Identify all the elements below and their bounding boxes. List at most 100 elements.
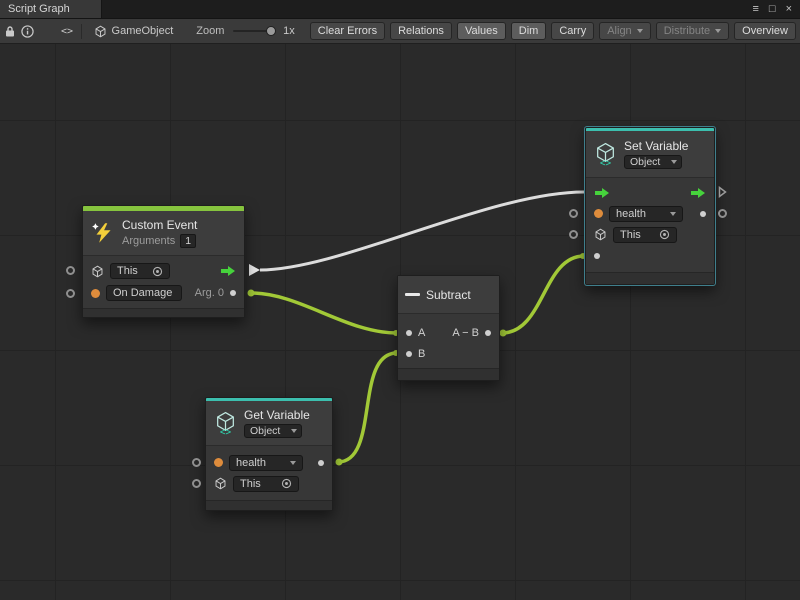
node-custom-event[interactable]: Custom Event Arguments 1 This — [82, 205, 245, 318]
target-row: This — [586, 224, 714, 245]
variable-name-port[interactable] — [594, 209, 603, 218]
variable-name-dropdown[interactable]: health — [229, 455, 303, 471]
node-title: Custom Event — [122, 218, 197, 232]
variable-scope-dropdown[interactable]: Object — [244, 424, 302, 438]
flow-row — [586, 182, 714, 203]
node-footer — [586, 272, 714, 284]
close-icon[interactable]: × — [786, 4, 792, 15]
clear-errors-button[interactable]: Clear Errors — [310, 22, 385, 40]
variable-name-row: health — [206, 452, 332, 473]
carry-button[interactable]: Carry — [551, 22, 594, 40]
zoom-slider[interactable] — [233, 30, 274, 32]
object-picker-icon[interactable] — [152, 266, 163, 277]
input-a-row: A A − B — [398, 322, 499, 343]
output-value-port[interactable] — [318, 460, 324, 466]
object-picker-icon[interactable] — [659, 229, 670, 240]
wire-flow-customevent-to-setvariable — [260, 192, 584, 270]
output-port[interactable] — [485, 330, 491, 336]
chevron-down-icon — [670, 212, 676, 216]
tab-script-graph[interactable]: Script Graph — [0, 0, 102, 18]
code-view-icon[interactable]: <> — [61, 22, 73, 40]
event-name-port[interactable] — [91, 289, 100, 298]
arg-output-label: Arg. 0 — [195, 287, 224, 299]
lock-icon[interactable] — [4, 22, 16, 40]
target-value: This — [240, 478, 261, 490]
variable-name-dropdown[interactable]: health — [609, 206, 683, 222]
distribute-button: Distribute — [656, 22, 729, 40]
variable-name-row: health — [586, 203, 714, 224]
input-b-label: B — [418, 348, 425, 360]
value-input-port[interactable] — [594, 253, 600, 259]
chevron-down-icon — [637, 29, 643, 33]
target-row: This — [83, 260, 244, 282]
flow-input-arrow-icon[interactable] — [594, 187, 610, 199]
chevron-down-icon — [290, 461, 296, 465]
port-getvariable-target-input[interactable] — [192, 479, 201, 488]
wire-getvariable-to-subtract-b — [338, 353, 397, 462]
variable-scope-dropdown[interactable]: Object — [624, 155, 682, 169]
node-subtract[interactable]: Subtract A A − B B — [397, 275, 500, 381]
flow-wire-start-arrow-icon — [249, 264, 260, 276]
zoom-slider-handle[interactable] — [266, 26, 276, 36]
gameobject-icon — [214, 477, 227, 490]
panel-menu-icon[interactable]: ≡ — [752, 4, 758, 15]
target-object-field[interactable]: This — [233, 476, 299, 492]
chevron-down-icon — [715, 29, 721, 33]
relations-button[interactable]: Relations — [390, 22, 452, 40]
arguments-input[interactable]: 1 — [180, 234, 196, 248]
event-name-field[interactable]: On Damage — [106, 285, 182, 301]
svg-text:<>: <> — [600, 157, 612, 166]
port-setvariable-target-input[interactable] — [569, 230, 578, 239]
port-setvariable-value-output[interactable] — [718, 209, 727, 218]
target-object-field[interactable]: This — [613, 227, 677, 243]
input-b-port[interactable] — [406, 351, 412, 357]
variable-name-value: health — [236, 457, 266, 469]
object-picker-icon[interactable] — [281, 478, 292, 489]
node-footer — [83, 308, 244, 317]
window-controls: ≡ □ × — [752, 0, 800, 18]
scope-value: Object — [250, 425, 280, 437]
graph-target-gameobject[interactable]: GameObject — [90, 24, 178, 39]
flow-output-arrow-icon[interactable] — [690, 187, 706, 199]
gameobject-icon — [91, 265, 104, 278]
flow-output-arrow-icon[interactable] — [220, 265, 236, 277]
port-getvariable-name-input[interactable] — [192, 458, 201, 467]
variable-icon: <> — [593, 142, 618, 167]
custom-event-icon — [90, 220, 116, 246]
wire-arg0-to-subtract-a — [251, 293, 397, 333]
node-footer — [206, 500, 332, 510]
chevron-down-icon — [291, 429, 297, 433]
port-setvariable-name-input[interactable] — [569, 209, 578, 218]
variable-icon: <> — [213, 411, 238, 436]
chevron-down-icon — [671, 160, 677, 164]
info-icon[interactable] — [21, 22, 34, 40]
scope-value: Object — [630, 156, 660, 168]
target-label: GameObject — [112, 25, 174, 37]
dim-button[interactable]: Dim — [511, 22, 547, 40]
maximize-icon[interactable]: □ — [769, 4, 776, 15]
node-get-variable[interactable]: <> Get Variable Object health — [205, 397, 333, 511]
arguments-label: Arguments — [122, 235, 175, 247]
target-value: This — [620, 229, 641, 241]
variable-name-port[interactable] — [214, 458, 223, 467]
port-customevent-name-input[interactable] — [66, 289, 75, 298]
values-button[interactable]: Values — [457, 22, 506, 40]
node-footer — [398, 368, 499, 380]
event-row: On Damage Arg. 0 — [83, 282, 244, 304]
target-object-field[interactable]: This — [110, 263, 170, 279]
port-setvariable-flow-output[interactable] — [718, 186, 727, 198]
node-title: Subtract — [426, 288, 471, 302]
input-a-port[interactable] — [406, 330, 412, 336]
overview-button[interactable]: Overview — [734, 22, 796, 40]
node-title: Get Variable — [244, 408, 310, 422]
svg-text:<>: <> — [220, 426, 232, 435]
output-label: A − B — [452, 327, 479, 339]
arg-output-port[interactable] — [230, 290, 236, 296]
graph-toolbar: <> GameObject Zoom 1x Clear Errors Relat… — [0, 19, 800, 44]
node-set-variable[interactable]: <> Set Variable Object — [585, 127, 715, 285]
output-value-port[interactable] — [700, 211, 706, 217]
port-customevent-target-input[interactable] — [66, 266, 75, 275]
graph-canvas[interactable]: Custom Event Arguments 1 This — [0, 44, 800, 600]
target-row: This — [206, 473, 332, 494]
align-label: Align — [607, 25, 631, 37]
